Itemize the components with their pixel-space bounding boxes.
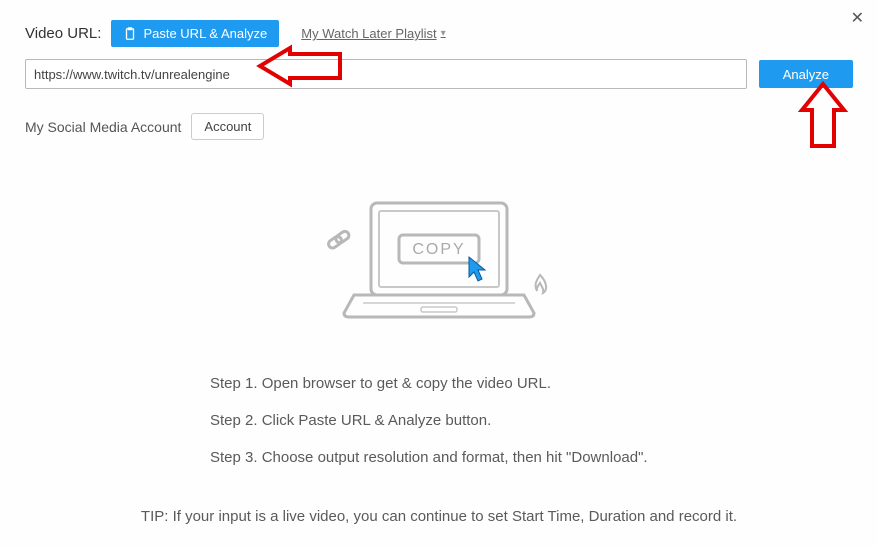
watch-later-label: My Watch Later Playlist: [301, 26, 436, 41]
header-row: Video URL: Paste URL & Analyze My Watch …: [0, 0, 878, 55]
tip-text: TIP: If your input is a live video, you …: [0, 508, 878, 525]
video-url-label: Video URL:: [25, 25, 101, 42]
watch-later-link[interactable]: My Watch Later Playlist ▾: [301, 26, 445, 41]
paste-button-label: Paste URL & Analyze: [143, 26, 267, 41]
social-account-label: My Social Media Account: [25, 119, 181, 135]
illustration-area: COPY: [0, 195, 878, 335]
social-account-row: My Social Media Account Account: [0, 93, 878, 140]
copy-button-text: COPY: [412, 241, 465, 258]
clipboard-icon: [123, 27, 137, 41]
url-input-row: Analyze: [0, 55, 878, 93]
paste-url-analyze-button[interactable]: Paste URL & Analyze: [111, 20, 279, 47]
account-button[interactable]: Account: [191, 113, 264, 140]
laptop-illustration: COPY: [309, 195, 569, 335]
step-3-text: Step 3. Choose output resolution and for…: [210, 449, 648, 466]
close-icon[interactable]: ✕: [851, 8, 864, 28]
analyze-button[interactable]: Analyze: [759, 60, 853, 88]
video-url-input[interactable]: [25, 59, 747, 89]
chevron-down-icon: ▾: [441, 28, 446, 39]
step-1-text: Step 1. Open browser to get & copy the v…: [210, 375, 551, 392]
step-2-text: Step 2. Click Paste URL & Analyze button…: [210, 412, 491, 429]
steps-list: Step 1. Open browser to get & copy the v…: [0, 375, 878, 466]
cursor-icon: [469, 257, 485, 281]
